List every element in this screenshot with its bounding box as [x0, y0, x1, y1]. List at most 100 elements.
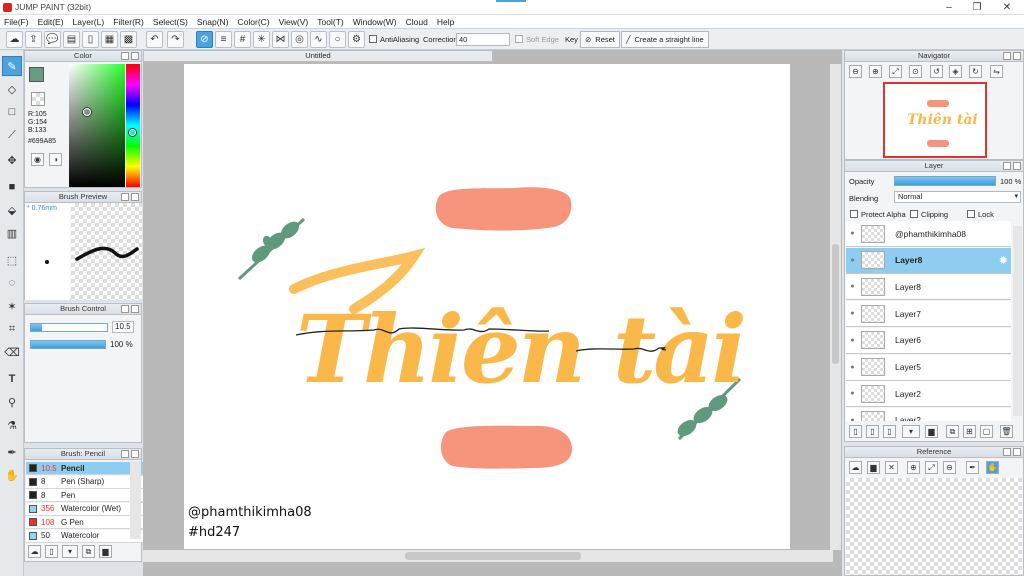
rotate-left-icon[interactable]: ↺: [930, 65, 943, 78]
delete-layer-icon[interactable]: 🗑: [1000, 425, 1013, 438]
layer-visibility-icon[interactable]: ●: [846, 364, 859, 371]
reset-button[interactable]: ⊘ Reset: [580, 31, 620, 48]
panel-close-icon[interactable]: [1013, 162, 1021, 170]
layer-row[interactable]: ● Layer2: [846, 381, 1011, 408]
menu-color[interactable]: Color(C): [238, 17, 270, 27]
panel-close-icon[interactable]: [1013, 52, 1021, 60]
vertical-scroll-thumb[interactable]: [832, 244, 839, 364]
new-layer-1bit-icon[interactable]: ▯: [883, 425, 896, 438]
bucket-tool-icon[interactable]: ⬙: [2, 200, 22, 220]
eraser-tool-icon[interactable]: ◇: [2, 79, 22, 99]
settings-icon[interactable]: ⚙: [348, 31, 365, 48]
panel-float-icon[interactable]: [1003, 448, 1011, 456]
new-layer-icon[interactable]: ▯: [849, 425, 862, 438]
hue-cursor[interactable]: [129, 129, 136, 136]
reference-cloud-icon[interactable]: ☁: [849, 461, 862, 474]
redo-icon[interactable]: ↷: [167, 31, 184, 48]
maximize-button[interactable]: ❐: [962, 0, 992, 15]
fit-window-icon[interactable]: ⤢: [889, 65, 902, 78]
reference-hand-icon[interactable]: ✋: [986, 461, 999, 474]
layer-visibility-icon[interactable]: ●: [846, 417, 859, 421]
brush-folder-icon[interactable]: ▆: [99, 545, 112, 558]
reference-dropper-icon[interactable]: ✒: [966, 461, 979, 474]
snap-off-icon[interactable]: ⊘: [196, 31, 213, 48]
saturation-value-picker[interactable]: [69, 64, 125, 187]
text-tool-icon[interactable]: T: [2, 369, 22, 389]
menu-select[interactable]: Select(S): [153, 17, 188, 27]
zoom-tool-icon[interactable]: ⚲: [2, 392, 22, 412]
minimize-button[interactable]: –: [934, 0, 964, 15]
panel-close-icon[interactable]: [131, 52, 139, 60]
menu-view[interactable]: View(V): [279, 17, 309, 27]
brush-opacity-slider[interactable]: [30, 340, 106, 349]
close-button[interactable]: ✕: [992, 0, 1022, 15]
menu-window[interactable]: Window(W): [353, 17, 397, 27]
panel-float-icon[interactable]: [121, 305, 129, 313]
clear-layer-icon[interactable]: ▢: [980, 425, 993, 438]
brush-size-slider[interactable]: [30, 323, 108, 332]
reference-open-icon[interactable]: ▆: [867, 461, 880, 474]
layer-visibility-icon[interactable]: ●: [846, 337, 859, 344]
panel-float-icon[interactable]: [1003, 162, 1011, 170]
cloud-icon[interactable]: ☁: [6, 31, 23, 48]
magic-wand-icon[interactable]: ✶: [2, 296, 22, 316]
vertical-scrollbar[interactable]: [830, 64, 841, 550]
layer-row[interactable]: ● Layer5: [846, 354, 1011, 381]
curve-icon[interactable]: ∿: [310, 31, 327, 48]
menu-cloud[interactable]: Cloud: [406, 17, 428, 27]
undo-icon[interactable]: ↶: [146, 31, 163, 48]
layer-row[interactable]: ● @phamthikimha08: [846, 221, 1011, 247]
layer-list-scrollbar[interactable]: [1013, 226, 1022, 416]
protect-alpha-checkbox[interactable]: [850, 210, 858, 218]
select-pen-icon[interactable]: ⌗: [2, 319, 22, 339]
dropper-tool-icon[interactable]: ⚗: [2, 415, 22, 435]
hue-slider[interactable]: [126, 64, 140, 187]
clipping-checkbox[interactable]: [910, 210, 918, 218]
layer-folder-icon[interactable]: ▆: [925, 425, 938, 438]
zoom-in-icon[interactable]: ⊕: [869, 65, 882, 78]
line-tool-icon[interactable]: ⟋: [2, 125, 22, 145]
brush-size-input[interactable]: 10.5: [112, 321, 134, 333]
horizontal-scrollbar[interactable]: [143, 550, 833, 562]
panel-close-icon[interactable]: [131, 450, 139, 458]
actual-size-icon[interactable]: ⊙: [909, 65, 922, 78]
antialiasing-checkbox[interactable]: [369, 35, 377, 43]
radial-lines-icon[interactable]: ✳: [253, 31, 270, 48]
menu-layer[interactable]: Layer(L): [73, 17, 105, 27]
panel-float-icon[interactable]: [121, 450, 129, 458]
merge-layer-icon[interactable]: ⊞: [963, 425, 976, 438]
layer-opacity-slider[interactable]: [894, 176, 996, 186]
lasso-icon[interactable]: ◌: [2, 273, 22, 293]
concentric-circle-icon[interactable]: ◎: [291, 31, 308, 48]
grid-layout-icon[interactable]: ▩: [120, 31, 137, 48]
brush-menu-icon[interactable]: ▾: [62, 545, 78, 558]
parallel-lines-icon[interactable]: ≡: [215, 31, 232, 48]
speech-bubble-icon[interactable]: 💬: [44, 31, 61, 48]
panel-close-icon[interactable]: [131, 305, 139, 313]
color-pick-icon[interactable]: ◑: [49, 153, 62, 166]
rotate-reset-icon[interactable]: ◈: [949, 65, 962, 78]
duplicate-layer-icon[interactable]: ⧉: [946, 425, 959, 438]
panel-close-icon[interactable]: [1013, 448, 1021, 456]
reference-fit-icon[interactable]: ⤢: [925, 461, 938, 474]
panel-float-icon[interactable]: [121, 193, 129, 201]
menu-snap[interactable]: Snap(N): [197, 17, 229, 27]
menu-filter[interactable]: Filter(R): [113, 17, 144, 27]
foreground-swatch[interactable]: [29, 67, 44, 82]
panel-float-icon[interactable]: [121, 52, 129, 60]
soft-edge-checkbox[interactable]: [515, 35, 523, 43]
page-icon[interactable]: ▯: [82, 31, 99, 48]
menu-edit[interactable]: Edit(E): [38, 17, 64, 27]
lock-checkbox[interactable]: [967, 210, 975, 218]
reference-zoom-in-icon[interactable]: ⊕: [907, 461, 920, 474]
layer-visibility-icon[interactable]: ●: [846, 257, 859, 264]
brush-cloud-icon[interactable]: ☁: [28, 545, 41, 558]
transparent-swatch[interactable]: [31, 92, 45, 106]
correction-input[interactable]: 40: [456, 33, 510, 46]
panel-icon[interactable]: ▤: [63, 31, 80, 48]
export-icon[interactable]: ⇪: [25, 31, 42, 48]
layer-row[interactable]: ● Layer8: [846, 274, 1011, 301]
reference-canvas[interactable]: [846, 478, 1022, 575]
navigator-thumbnail[interactable]: Thiên tài: [883, 82, 987, 158]
reference-close-icon[interactable]: ✕: [885, 461, 898, 474]
